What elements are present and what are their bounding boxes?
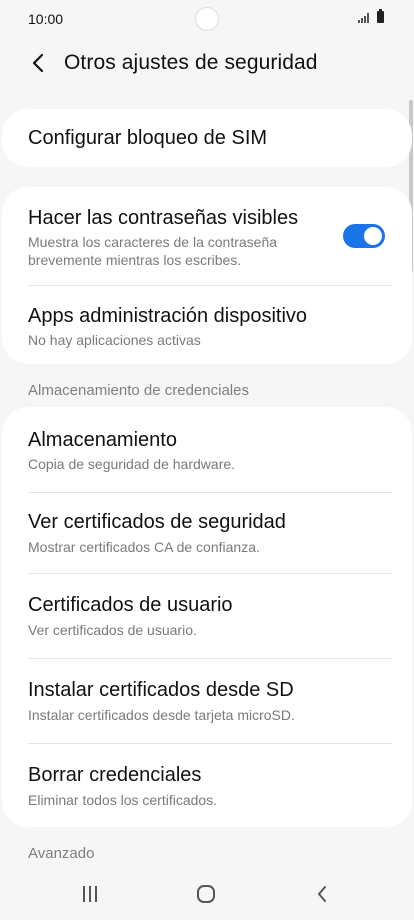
visibility-card: Hacer las contraseñas visibles Muestra l… bbox=[2, 187, 412, 364]
signal-icon bbox=[358, 13, 369, 23]
item-title: Ver certificados de seguridad bbox=[28, 511, 286, 533]
show-passwords-toggle[interactable] bbox=[343, 224, 385, 248]
view-security-certificates-item[interactable]: Ver certificados de seguridad Mostrar ce… bbox=[2, 493, 412, 573]
item-title: Certificados de usuario bbox=[28, 594, 233, 616]
credential-storage-item[interactable]: Almacenamiento Copia de seguridad de har… bbox=[2, 407, 412, 492]
app-header: Otros ajustes de seguridad bbox=[0, 40, 414, 88]
credentials-card: Almacenamiento Copia de seguridad de har… bbox=[2, 407, 412, 827]
home-icon[interactable] bbox=[186, 880, 226, 908]
sim-lock-item[interactable]: Configurar bloqueo de SIM bbox=[2, 109, 412, 167]
battery-icon bbox=[377, 9, 384, 23]
item-title: Apps administración dispositivo bbox=[28, 305, 308, 327]
clear-credentials-item[interactable]: Borrar credenciales Eliminar todos los c… bbox=[2, 744, 412, 827]
item-subtitle: brevemente mientras los escribes. bbox=[28, 252, 242, 268]
item-subtitle: Ver certificados de usuario. bbox=[28, 622, 197, 638]
item-title: Instalar certificados desde SD bbox=[28, 679, 294, 701]
back-nav-icon[interactable] bbox=[302, 880, 342, 908]
user-certificates-item[interactable]: Certificados de usuario Ver certificados… bbox=[2, 574, 412, 658]
item-subtitle: Copia de seguridad de hardware. bbox=[28, 456, 236, 472]
install-certificates-sd-item[interactable]: Instalar certificados desde SD Instalar … bbox=[2, 659, 412, 743]
item-title: Configurar bloqueo de SIM bbox=[28, 127, 268, 149]
section-header-advanced: Avanzado bbox=[28, 845, 95, 862]
item-subtitle: Instalar certificados desde tarjeta micr… bbox=[28, 707, 295, 723]
item-title: Hacer las contraseñas visibles bbox=[28, 207, 299, 229]
item-title: Borrar credenciales bbox=[28, 764, 202, 786]
show-passwords-item[interactable]: Hacer las contraseñas visibles Muestra l… bbox=[2, 187, 412, 285]
status-bar: 10:00 bbox=[0, 0, 414, 38]
device-admin-apps-item[interactable]: Apps administración dispositivo No hay a… bbox=[2, 286, 412, 364]
section-header-credentials: Almacenamiento de credenciales bbox=[28, 382, 249, 399]
item-title: Almacenamiento bbox=[28, 429, 177, 451]
item-subtitle: No hay aplicaciones activas bbox=[28, 332, 201, 348]
recent-apps-icon[interactable] bbox=[70, 880, 110, 908]
navigation-bar bbox=[0, 868, 414, 920]
status-time: 10:00 bbox=[28, 11, 64, 27]
page-title: Otros ajustes de seguridad bbox=[64, 51, 318, 74]
item-subtitle: Eliminar todos los certificados. bbox=[28, 792, 218, 808]
back-arrow-icon[interactable] bbox=[25, 50, 51, 76]
camera-cutout bbox=[195, 7, 219, 31]
item-subtitle: Muestra los caracteres de la contraseña bbox=[28, 234, 278, 250]
item-subtitle: Mostrar certificados CA de confianza. bbox=[28, 539, 260, 555]
sim-lock-card: Configurar bloqueo de SIM bbox=[2, 109, 412, 167]
toggle-knob bbox=[364, 227, 382, 245]
